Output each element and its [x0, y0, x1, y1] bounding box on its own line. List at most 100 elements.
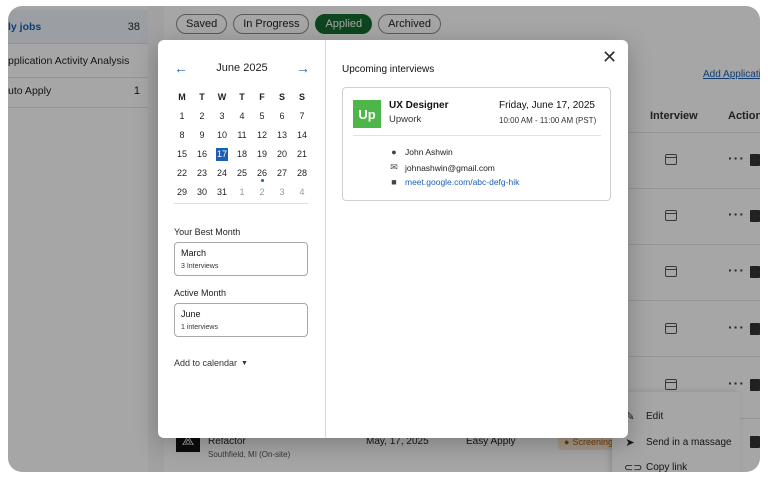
calendar-day-number: 8	[179, 130, 185, 140]
weekday-label: W	[217, 92, 227, 102]
calendar-day-number: 2	[259, 187, 265, 197]
calendar-day[interactable]: 4	[232, 107, 252, 126]
calendar-day-number: 2	[199, 111, 205, 121]
calendar-week: 1 2 3 4 5 6 7	[172, 107, 312, 126]
calendar-day[interactable]: 8	[172, 126, 192, 145]
calendar-day[interactable]: 7	[292, 107, 312, 126]
calendar-day-number: 27	[276, 168, 287, 178]
calendar-day-number: 20	[276, 149, 287, 159]
add-to-calendar-button[interactable]: Add to calendar ▼	[174, 358, 248, 368]
calendar-day[interactable]: 22	[172, 164, 192, 183]
weekday-label: M	[178, 92, 186, 102]
interview-job-title: UX Designer	[389, 100, 449, 111]
calendar-day[interactable]: 27	[272, 164, 292, 183]
weekday-label: S	[278, 92, 285, 102]
calendar-day[interactable]: 11	[232, 126, 252, 145]
calendar-day[interactable]: 30	[192, 183, 212, 202]
calendar-day[interactable]: 15	[172, 145, 192, 164]
calendar-day-number: 3	[219, 111, 225, 121]
calendar-day-number: 24	[216, 168, 227, 178]
mail-icon: ✉	[390, 162, 398, 172]
calendar-day[interactable]: 2	[192, 107, 212, 126]
interview-date: Friday, June 17, 2025	[499, 100, 595, 111]
calendar-day-number: 7	[299, 111, 305, 121]
calendar-day[interactable]: 23	[192, 164, 212, 183]
calendar-day[interactable]: 26	[252, 164, 272, 183]
calendar-day-number: 18	[236, 149, 247, 159]
calendar-day[interactable]: 4	[292, 183, 312, 202]
calendar-day[interactable]: 10	[212, 126, 232, 145]
best-month-card: March 3 Interviews	[174, 242, 308, 276]
calendar-day[interactable]: 1	[232, 183, 252, 202]
calendar-day[interactable]: 14	[292, 126, 312, 145]
calendar-day[interactable]: 29	[172, 183, 192, 202]
divider	[174, 203, 308, 204]
calendar-day-number: 22	[176, 168, 187, 178]
weekday-label: T	[199, 92, 205, 102]
section-title: Upcoming interviews	[342, 64, 435, 75]
calendar-day-number: 16	[196, 149, 207, 159]
interviews-pane: Upcoming interviews ✕ Up UX Designer Upw…	[326, 40, 628, 438]
calendar-day-number: 5	[259, 111, 265, 121]
meeting-link[interactable]: meet.google.com/abc-defg-hik	[405, 177, 519, 187]
app-window: ly jobs 38 pplication Activity Analysis …	[8, 6, 760, 472]
calendar-day[interactable]: 12	[252, 126, 272, 145]
interview-time: 10:00 AM - 11:00 AM (PST)	[499, 116, 597, 125]
calendar-day[interactable]: 3	[272, 183, 292, 202]
calendar-day[interactable]: 31	[212, 183, 232, 202]
calendar-day-number: 4	[299, 187, 305, 197]
calendar-day-number: 14	[296, 130, 307, 140]
calendar-day-number: 1	[239, 187, 245, 197]
interview-company: Upwork	[389, 114, 422, 125]
calendar-day[interactable]: 17	[212, 145, 232, 164]
close-icon[interactable]: ✕	[602, 48, 617, 66]
calendar-day[interactable]: 19	[252, 145, 272, 164]
calendar-day-number: 11	[237, 130, 247, 140]
calendar-week: 29 30 31 1 2 3 4	[172, 183, 312, 202]
calendar-day[interactable]: 1	[172, 107, 192, 126]
calendar-day[interactable]: 16	[192, 145, 212, 164]
calendar-day-number: 13	[276, 130, 287, 140]
next-month-arrow-icon[interactable]: →	[296, 60, 310, 76]
calendar-day[interactable]: 5	[252, 107, 272, 126]
caret-down-icon: ▼	[241, 359, 248, 367]
meeting-link-row[interactable]: ■ meet.google.com/abc-defg-hik	[389, 177, 519, 187]
calendar-week: 15 16 17 18 19 20 21	[172, 145, 312, 164]
calendar-day-number: 21	[296, 149, 307, 159]
calendar-week: 8 9 10 11 12 13 14	[172, 126, 312, 145]
active-month-count: 1 interviews	[181, 324, 218, 331]
calendar-day[interactable]: 6	[272, 107, 292, 126]
calendar-day-number: 4	[239, 111, 245, 121]
calendar-day[interactable]: 3	[212, 107, 232, 126]
calendar-day[interactable]: 18	[232, 145, 252, 164]
weekday-label: T	[239, 92, 245, 102]
contact-email-row: ✉ johnashwin@gmail.com	[390, 162, 495, 173]
calendar-week: 22 23 24 25 26 27 28	[172, 164, 312, 183]
calendar-day[interactable]: 28	[292, 164, 312, 183]
calendar-day[interactable]: 2	[252, 183, 272, 202]
calendar-day-number: 19	[256, 149, 267, 159]
calendar-day[interactable]: 13	[272, 126, 292, 145]
calendar-day-number: 3	[279, 187, 285, 197]
calendar-day-number: 26	[256, 168, 267, 178]
weekday-label: F	[259, 92, 265, 102]
weekday-header: MTWTFSS	[172, 88, 312, 107]
month-title: June 2025	[216, 62, 268, 74]
calendar-day-number: 30	[196, 187, 207, 197]
calendar-pane: ← June 2025 → M T W T F S S 1 2 3 4 5 6 7 8 9 10 11 12 13 14…	[158, 40, 326, 438]
calendar-day[interactable]: 24	[212, 164, 232, 183]
contact-name-row: ● John Ashwin	[389, 147, 452, 157]
calendar-day-number: 1	[179, 111, 185, 121]
divider	[353, 135, 601, 136]
calendar-day[interactable]: 25	[232, 164, 252, 183]
video-icon: ■	[391, 177, 397, 187]
calendar-day[interactable]: 20	[272, 145, 292, 164]
calendar-day-number: 10	[216, 130, 227, 140]
person-icon: ●	[391, 147, 397, 157]
calendar-day-number: 28	[296, 168, 307, 178]
interview-card[interactable]: Up UX Designer Upwork Friday, June 17, 2…	[342, 87, 611, 201]
calendar-day[interactable]: 21	[292, 145, 312, 164]
interviews-modal: ← June 2025 → M T W T F S S 1 2 3 4 5 6 7 8 9 10 11 12 13 14…	[158, 40, 628, 438]
calendar-day[interactable]: 9	[192, 126, 212, 145]
active-month-label: Active Month	[174, 288, 227, 298]
